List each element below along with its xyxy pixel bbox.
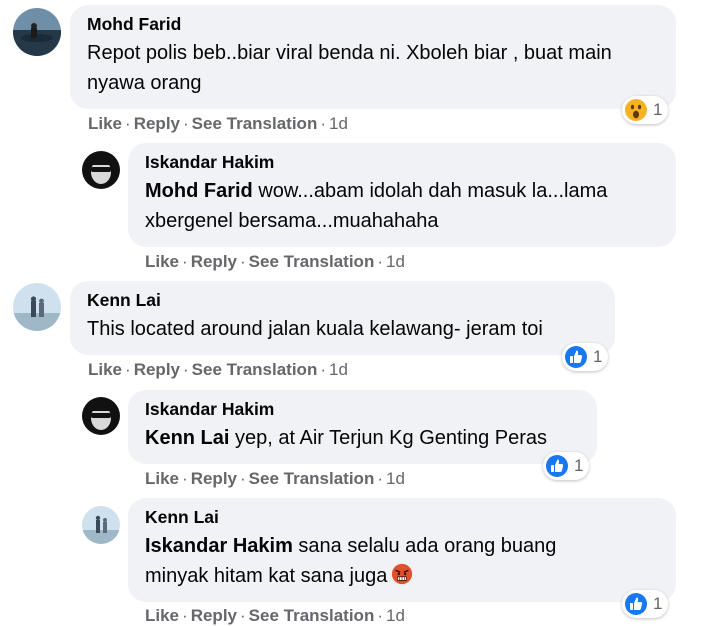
comment-text: Iskandar Hakim sana selalu ada orang bua… [145,535,557,587]
like-icon [625,593,647,615]
reply-link[interactable]: Reply [191,252,237,271]
comment-text: Mohd Farid wow...abam idolah dah masuk l… [145,180,608,232]
reaction-count-value: 1 [653,594,663,613]
like-icon [546,455,568,477]
avatar[interactable] [82,151,120,189]
reaction-count[interactable]: 1 [622,590,669,618]
timestamp[interactable]: 1d [329,114,348,133]
angry-face-icon [392,563,413,585]
comment-author[interactable]: Iskandar Hakim [145,151,660,173]
avatar[interactable] [13,283,61,331]
like-link[interactable]: Like [88,360,122,379]
comment-bubble: Mohd Farid Repot polis beb..biar viral b… [70,5,676,109]
mention-link[interactable]: Kenn Lai [145,427,229,449]
reply-link[interactable]: Reply [134,114,180,133]
reaction-count[interactable]: 1 [622,96,669,124]
comment-text: Repot polis beb..biar viral benda ni. Xb… [87,42,612,94]
reply-link[interactable]: Reply [134,360,180,379]
comment-text: This located around jalan kuala kelawang… [87,318,543,340]
reaction-count-value: 1 [593,347,603,366]
timestamp[interactable]: 1d [386,252,405,271]
avatar[interactable] [82,397,120,435]
avatar[interactable] [13,8,61,56]
comment-bubble: Iskandar Hakim Mohd Farid wow...abam ido… [128,143,676,247]
see-translation-link[interactable]: See Translation [192,360,318,379]
reaction-count[interactable]: 1 [543,452,590,480]
comment-actions: Like · Reply · See Translation · 1d [145,606,405,625]
comment-author[interactable]: Iskandar Hakim [145,398,581,420]
reaction-count[interactable]: 1 [562,343,609,371]
like-link[interactable]: Like [145,469,179,488]
comment-actions: Like · Reply · See Translation · 1d [88,360,348,379]
like-link[interactable]: Like [145,606,179,625]
comment-author[interactable]: Mohd Farid [87,13,660,35]
like-link[interactable]: Like [145,252,179,271]
reply-link[interactable]: Reply [191,469,237,488]
comment-author[interactable]: Kenn Lai [145,506,660,528]
comment-actions: Like · Reply · See Translation · 1d [145,252,405,271]
see-translation-link[interactable]: See Translation [249,252,375,271]
timestamp[interactable]: 1d [386,606,405,625]
reply-link[interactable]: Reply [191,606,237,625]
comment-bubble: Kenn Lai Iskandar Hakim sana selalu ada … [128,498,676,602]
timestamp[interactable]: 1d [386,469,405,488]
comment-bubble: Iskandar Hakim Kenn Lai yep, at Air Terj… [128,390,597,464]
wow-icon [625,99,647,121]
mention-link[interactable]: Mohd Farid [145,180,253,202]
reaction-count-value: 1 [574,456,584,475]
comment-text: Kenn Lai yep, at Air Terjun Kg Genting P… [145,427,548,449]
see-translation-link[interactable]: See Translation [249,469,375,488]
see-translation-link[interactable]: See Translation [249,606,375,625]
comment-author[interactable]: Kenn Lai [87,289,599,311]
like-link[interactable]: Like [88,114,122,133]
mention-link[interactable]: Iskandar Hakim [145,535,293,557]
comment-actions: Like · Reply · See Translation · 1d [145,469,405,488]
like-icon [565,346,587,368]
see-translation-link[interactable]: See Translation [192,114,318,133]
avatar[interactable] [82,506,120,544]
comment-actions: Like · Reply · See Translation · 1d [88,114,348,133]
comment-bubble: Kenn Lai This located around jalan kuala… [70,281,615,355]
reaction-count-value: 1 [653,100,663,119]
timestamp[interactable]: 1d [329,360,348,379]
